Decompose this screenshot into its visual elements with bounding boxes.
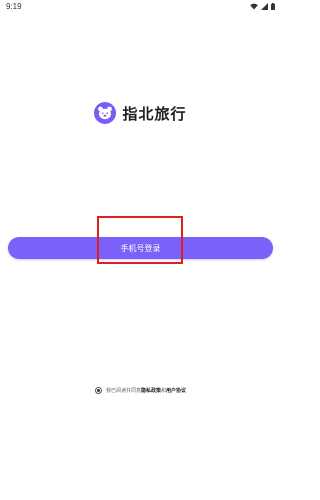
bear-logo-icon xyxy=(94,102,117,124)
status-bar: 9:19 xyxy=(0,0,281,14)
agreement-text: 我已阅读并同意隐私政策和用户协议 xyxy=(106,387,186,394)
app-header: 指北旅行 xyxy=(0,100,281,126)
battery-icon xyxy=(271,3,275,10)
status-icons xyxy=(250,3,275,10)
agreement-radio[interactable] xyxy=(94,387,102,394)
wifi-icon xyxy=(250,3,258,10)
status-time: 9:19 xyxy=(6,2,22,11)
privacy-policy-link[interactable]: 隐私政策 xyxy=(141,388,161,394)
app-name: 指北旅行 xyxy=(122,104,187,123)
signal-icon xyxy=(261,3,268,10)
agreement-prefix: 我已阅读并同意 xyxy=(105,388,141,394)
agreement-row: 我已阅读并同意隐私政策和用户协议 xyxy=(0,387,281,394)
highlight-annotation xyxy=(97,216,183,264)
user-agreement-link[interactable]: 用户协议 xyxy=(166,388,186,394)
